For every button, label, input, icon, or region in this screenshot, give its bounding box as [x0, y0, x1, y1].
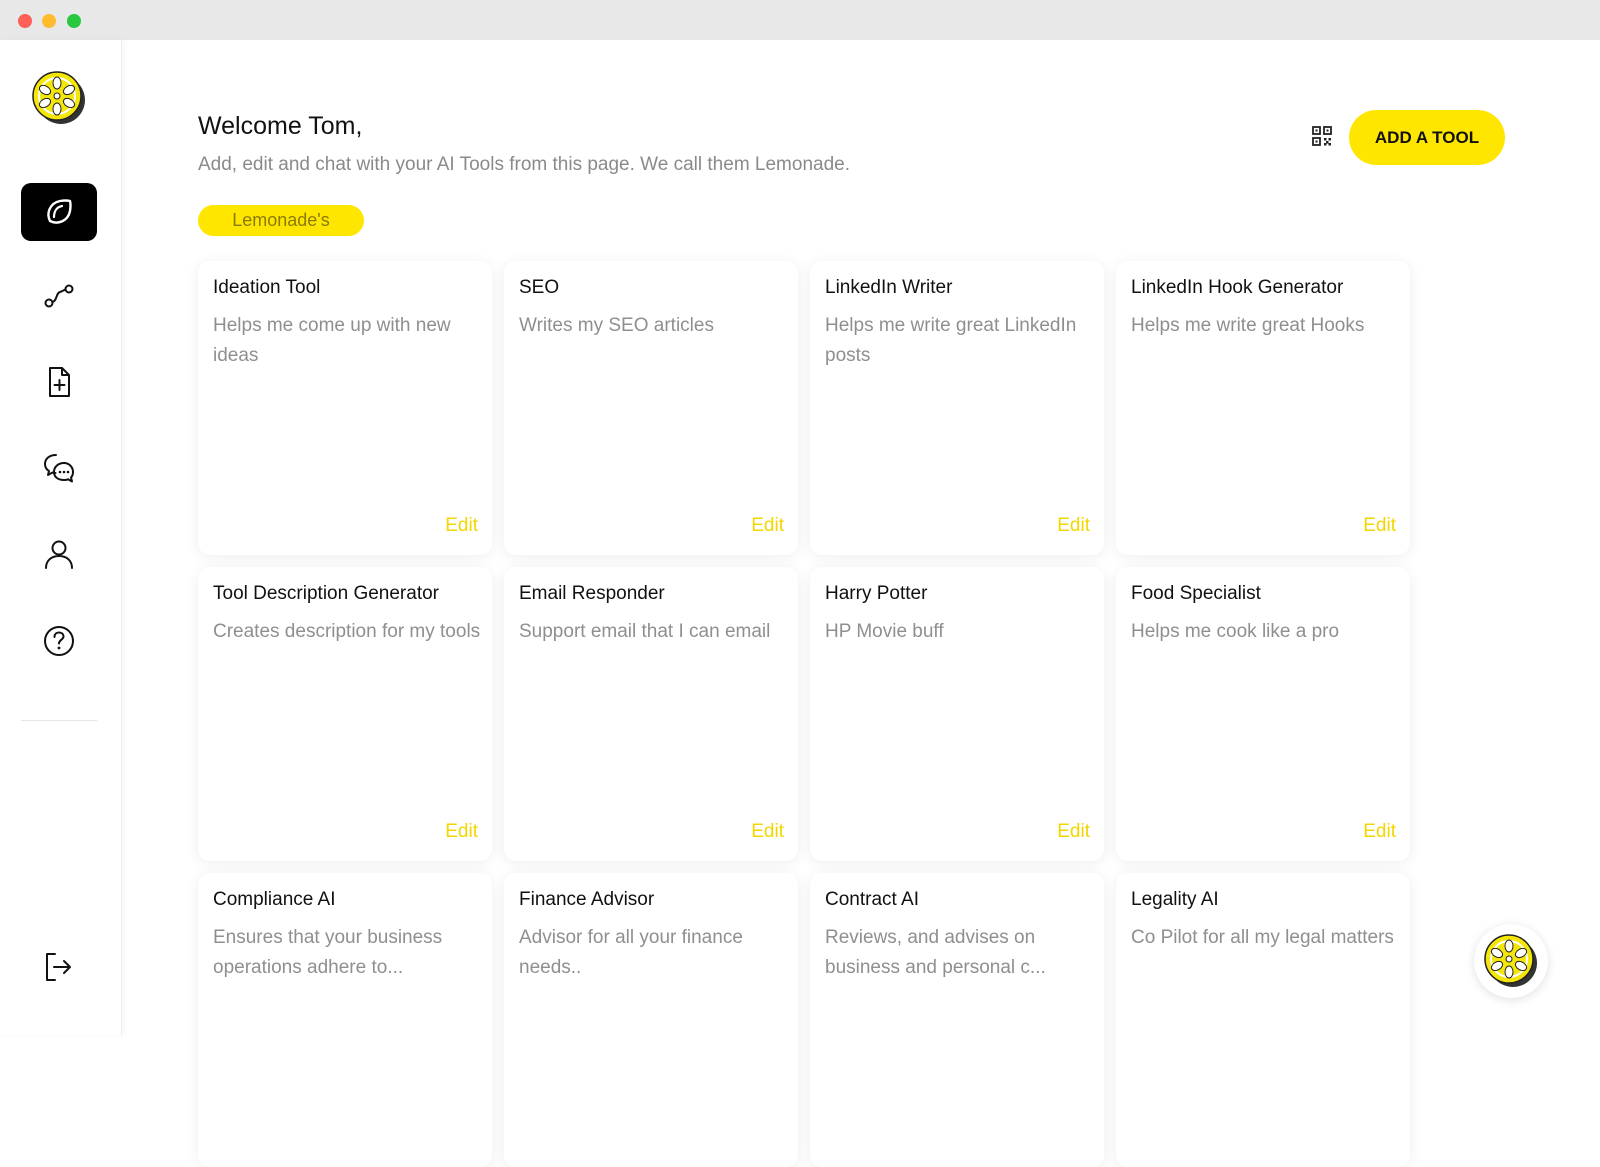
tool-card-title: Finance Advisor — [519, 889, 655, 910]
tool-card-title: LinkedIn Writer — [825, 277, 953, 298]
tool-card-title: Tool Description Generator — [213, 583, 439, 604]
tool-card-description: Reviews, and advises on business and per… — [825, 927, 1046, 978]
qr-code-icon[interactable] — [1310, 124, 1334, 148]
lemonade-logo[interactable] — [31, 70, 87, 126]
lemonades-tag[interactable]: Lemonade's — [198, 205, 364, 236]
tool-card-edit-link[interactable]: Edit — [1057, 821, 1090, 843]
tool-card-title: Food Specialist — [1131, 583, 1261, 604]
tool-card-description: Helps me cook like a pro — [1131, 621, 1340, 642]
tool-card-edit-link[interactable]: Edit — [1363, 515, 1396, 537]
close-window-button[interactable] — [18, 14, 32, 28]
file-plus-icon — [49, 367, 70, 397]
tool-card-title: Harry Potter — [825, 583, 928, 604]
tool-card-description: Advisor for all your finance needs.. — [519, 927, 743, 978]
help-circle-icon — [44, 626, 74, 656]
lemon-icon — [47, 199, 72, 224]
tool-card[interactable]: Ideation Tool Helps me come up with new i… — [198, 261, 492, 555]
tool-card-title: Compliance AI — [213, 889, 336, 910]
tool-card[interactable]: LinkedIn Hook Generator Helps me write gr… — [1116, 261, 1410, 555]
tool-card-edit-link[interactable]: Edit — [751, 821, 784, 843]
maximize-window-button[interactable] — [67, 14, 81, 28]
title-bar — [0, 0, 1600, 40]
tool-card-description: Helps me write great LinkedIn posts — [825, 315, 1077, 366]
tool-card-description: Helps me write great Hooks — [1131, 315, 1365, 336]
tool-card[interactable]: LinkedIn Writer Helps me write great Link… — [810, 261, 1104, 555]
page-title: Welcome Tom, — [198, 112, 363, 140]
tool-card[interactable]: Contract AI Reviews, and advises on busin… — [810, 873, 1104, 1167]
user-icon — [45, 540, 73, 569]
tool-card-title: SEO — [519, 277, 560, 298]
tool-card-description: Support email that I can email — [519, 621, 771, 642]
nav-workflows[interactable] — [21, 267, 97, 325]
tool-card[interactable]: Compliance AI Ensures that your business … — [198, 873, 492, 1167]
minimize-window-button[interactable] — [42, 14, 56, 28]
tool-card[interactable]: Food Specialist Helps me cook like a pro E… — [1116, 567, 1410, 861]
sidebar-divider — [21, 720, 97, 721]
tool-card-description: Writes my SEO articles — [519, 315, 714, 336]
tool-card-edit-link[interactable]: Edit — [445, 821, 478, 843]
nav-logout[interactable] — [21, 938, 97, 996]
tool-card-title: LinkedIn Hook Generator — [1131, 277, 1344, 298]
logout-icon — [46, 953, 71, 981]
tool-card-description: Creates description for my tools — [213, 621, 481, 642]
app-window: Welcome Tom, Add, edit and chat with you… — [0, 0, 1600, 1167]
lemon-logo-icon — [1484, 934, 1537, 987]
tool-card-description: Co Pilot for all my legal matters — [1131, 927, 1394, 948]
nav-profile[interactable] — [21, 525, 97, 583]
tool-card-description: HP Movie buff — [825, 621, 944, 642]
tool-card[interactable]: Harry Potter HP Movie buff Edit — [810, 567, 1104, 861]
tool-card[interactable]: Tool Description Generator Creates descri… — [198, 567, 492, 861]
chat-bubbles-icon — [44, 454, 74, 483]
tool-card[interactable]: Finance Advisor Advisor for all your fina… — [504, 873, 798, 1167]
tool-card-title: Ideation Tool — [213, 277, 321, 298]
tool-card-edit-link[interactable]: Edit — [445, 515, 478, 537]
tool-card-edit-link[interactable]: Edit — [1057, 515, 1090, 537]
tool-card-edit-link[interactable]: Edit — [1363, 821, 1396, 843]
tool-card[interactable]: Legality AI Co Pilot for all my legal mat… — [1116, 873, 1410, 1167]
nav-documents[interactable] — [21, 353, 97, 411]
floating-chat-button[interactable] — [1474, 924, 1548, 998]
nav-help[interactable] — [21, 612, 97, 670]
page-subtitle: Add, edit and chat with your AI Tools fr… — [198, 154, 850, 175]
tool-card-title: Email Responder — [519, 583, 665, 604]
lemon-logo-icon — [32, 71, 85, 124]
tool-card-title: Legality AI — [1131, 889, 1219, 910]
sidebar — [0, 40, 122, 1035]
main-content: Welcome Tom, Add, edit and chat with you… — [122, 40, 1600, 1167]
tool-card-edit-link[interactable]: Edit — [751, 515, 784, 537]
tool-card-title: Contract AI — [825, 889, 919, 910]
route-icon — [44, 284, 74, 308]
tool-card[interactable]: Email Responder Support email that I can … — [504, 567, 798, 861]
tool-card-description: Ensures that your business operations ad… — [213, 927, 443, 978]
add-tool-button[interactable]: ADD A TOOL — [1349, 110, 1505, 165]
nav-chats[interactable] — [21, 439, 97, 497]
nav-lemonade[interactable] — [21, 183, 97, 241]
tool-card-description: Helps me come up with new ideas — [213, 315, 451, 366]
tool-card[interactable]: SEO Writes my SEO articles Edit — [504, 261, 798, 555]
